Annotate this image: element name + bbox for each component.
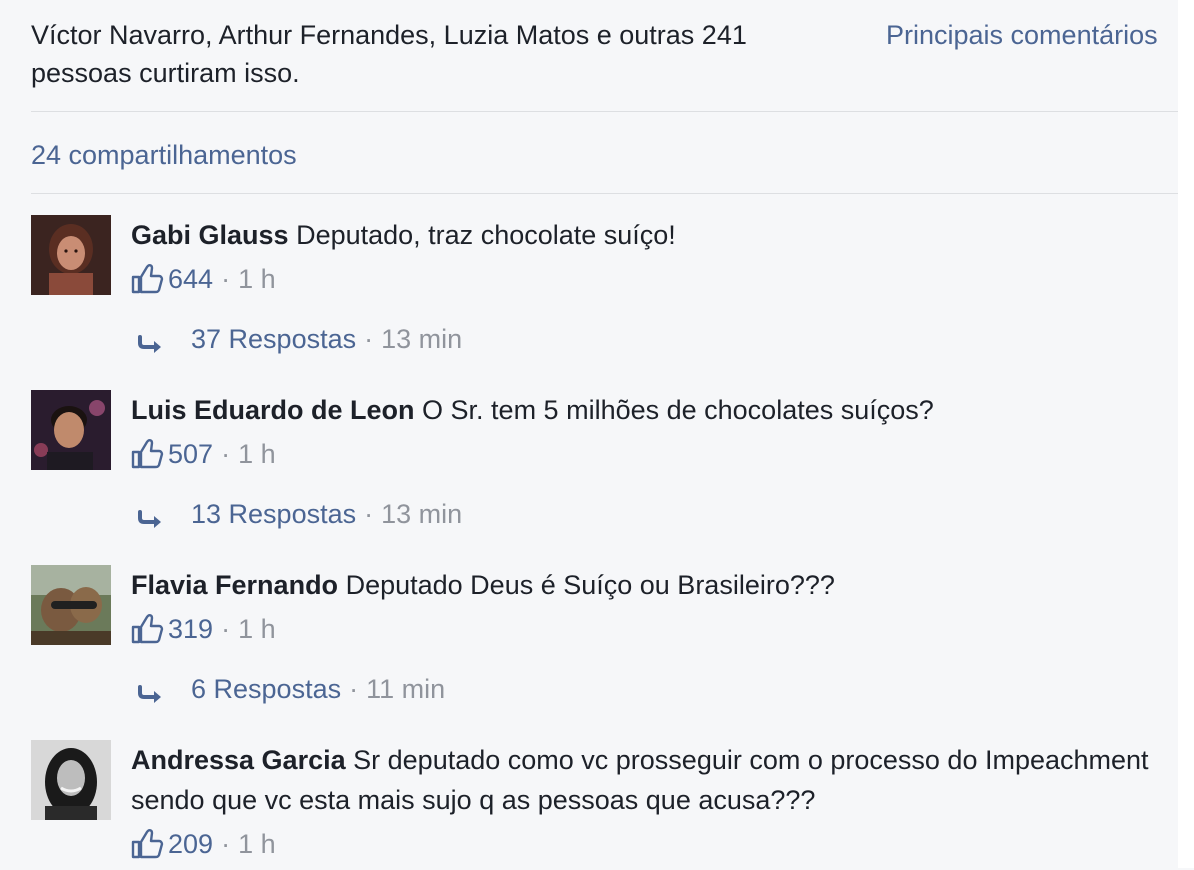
comment-text: O Sr. tem 5 milhões de chocolates suíços…: [422, 395, 934, 425]
comment-time[interactable]: 1 h: [238, 436, 276, 472]
comment-time[interactable]: 1 h: [238, 826, 276, 862]
comment-meta: 319 · 1 h: [130, 611, 276, 647]
separator: ·: [221, 614, 231, 644]
replies-link[interactable]: 37 Respostas: [191, 321, 356, 357]
avatar[interactable]: [31, 740, 111, 820]
comment-body: Andressa Garcia Sr deputado como vc pros…: [131, 740, 1171, 820]
comments-panel: Víctor Navarro, Arthur Fernandes, Luzia …: [0, 0, 1194, 868]
divider: [31, 111, 1178, 112]
like-count[interactable]: 319: [168, 611, 213, 647]
separator: ·: [221, 264, 231, 294]
thumbs-up-icon[interactable]: [130, 612, 164, 646]
avatar[interactable]: [31, 565, 111, 645]
comment-body: Flavia Fernando Deputado Deus é Suíço ou…: [131, 565, 1171, 605]
comment-meta: 209 · 1 h: [130, 826, 276, 862]
comment-text: Deputado Deus é Suíço ou Brasileiro???: [345, 570, 835, 600]
replies-link[interactable]: 13 Respostas: [191, 496, 356, 532]
replies-row[interactable]: 37 Respostas · 13 min: [137, 321, 462, 357]
likes-summary[interactable]: Víctor Navarro, Arthur Fernandes, Luzia …: [31, 16, 851, 92]
comment-author[interactable]: Gabi Glauss: [131, 220, 289, 250]
thumbs-up-icon[interactable]: [130, 827, 164, 861]
separator: ·: [364, 499, 374, 529]
like-count[interactable]: 209: [168, 826, 213, 862]
thumbs-up-icon[interactable]: [130, 262, 164, 296]
separator: ·: [221, 439, 231, 469]
comment-author[interactable]: Andressa Garcia: [131, 745, 346, 775]
avatar[interactable]: [31, 215, 111, 295]
comment-body: Luis Eduardo de Leon O Sr. tem 5 milhões…: [131, 390, 1171, 430]
comment-meta: 644 · 1 h: [130, 261, 276, 297]
reply-arrow-icon: [137, 678, 165, 703]
replies-row[interactable]: 13 Respostas · 13 min: [137, 496, 462, 532]
replies-link[interactable]: 6 Respostas: [191, 671, 341, 707]
comment-author[interactable]: Flavia Fernando: [131, 570, 338, 600]
reply-arrow-icon: [137, 503, 165, 528]
separator: ·: [349, 674, 359, 704]
replies-row[interactable]: 6 Respostas · 11 min: [137, 671, 445, 707]
separator: ·: [221, 829, 231, 859]
scrollbar-track[interactable]: [1178, 0, 1194, 868]
replies-time: 11 min: [366, 674, 446, 704]
separator: ·: [364, 324, 374, 354]
comment-meta: 507 · 1 h: [130, 436, 276, 472]
comment-author[interactable]: Luis Eduardo de Leon: [131, 395, 415, 425]
sort-comments-link[interactable]: Principais comentários: [886, 17, 1178, 53]
avatar[interactable]: [31, 390, 111, 470]
reply-arrow-icon: [137, 328, 165, 353]
comment-body: Gabi Glauss Deputado, traz chocolate suí…: [131, 215, 1171, 255]
comment-time[interactable]: 1 h: [238, 611, 276, 647]
replies-time: 13 min: [381, 499, 463, 529]
thumbs-up-icon[interactable]: [130, 437, 164, 471]
like-count[interactable]: 507: [168, 436, 213, 472]
like-count[interactable]: 644: [168, 261, 213, 297]
divider: [31, 193, 1178, 194]
comment-text: Deputado, traz chocolate suíço!: [296, 220, 676, 250]
comment-time[interactable]: 1 h: [238, 261, 276, 297]
replies-time: 13 min: [381, 324, 463, 354]
shares-link[interactable]: 24 compartilhamentos: [31, 137, 297, 173]
